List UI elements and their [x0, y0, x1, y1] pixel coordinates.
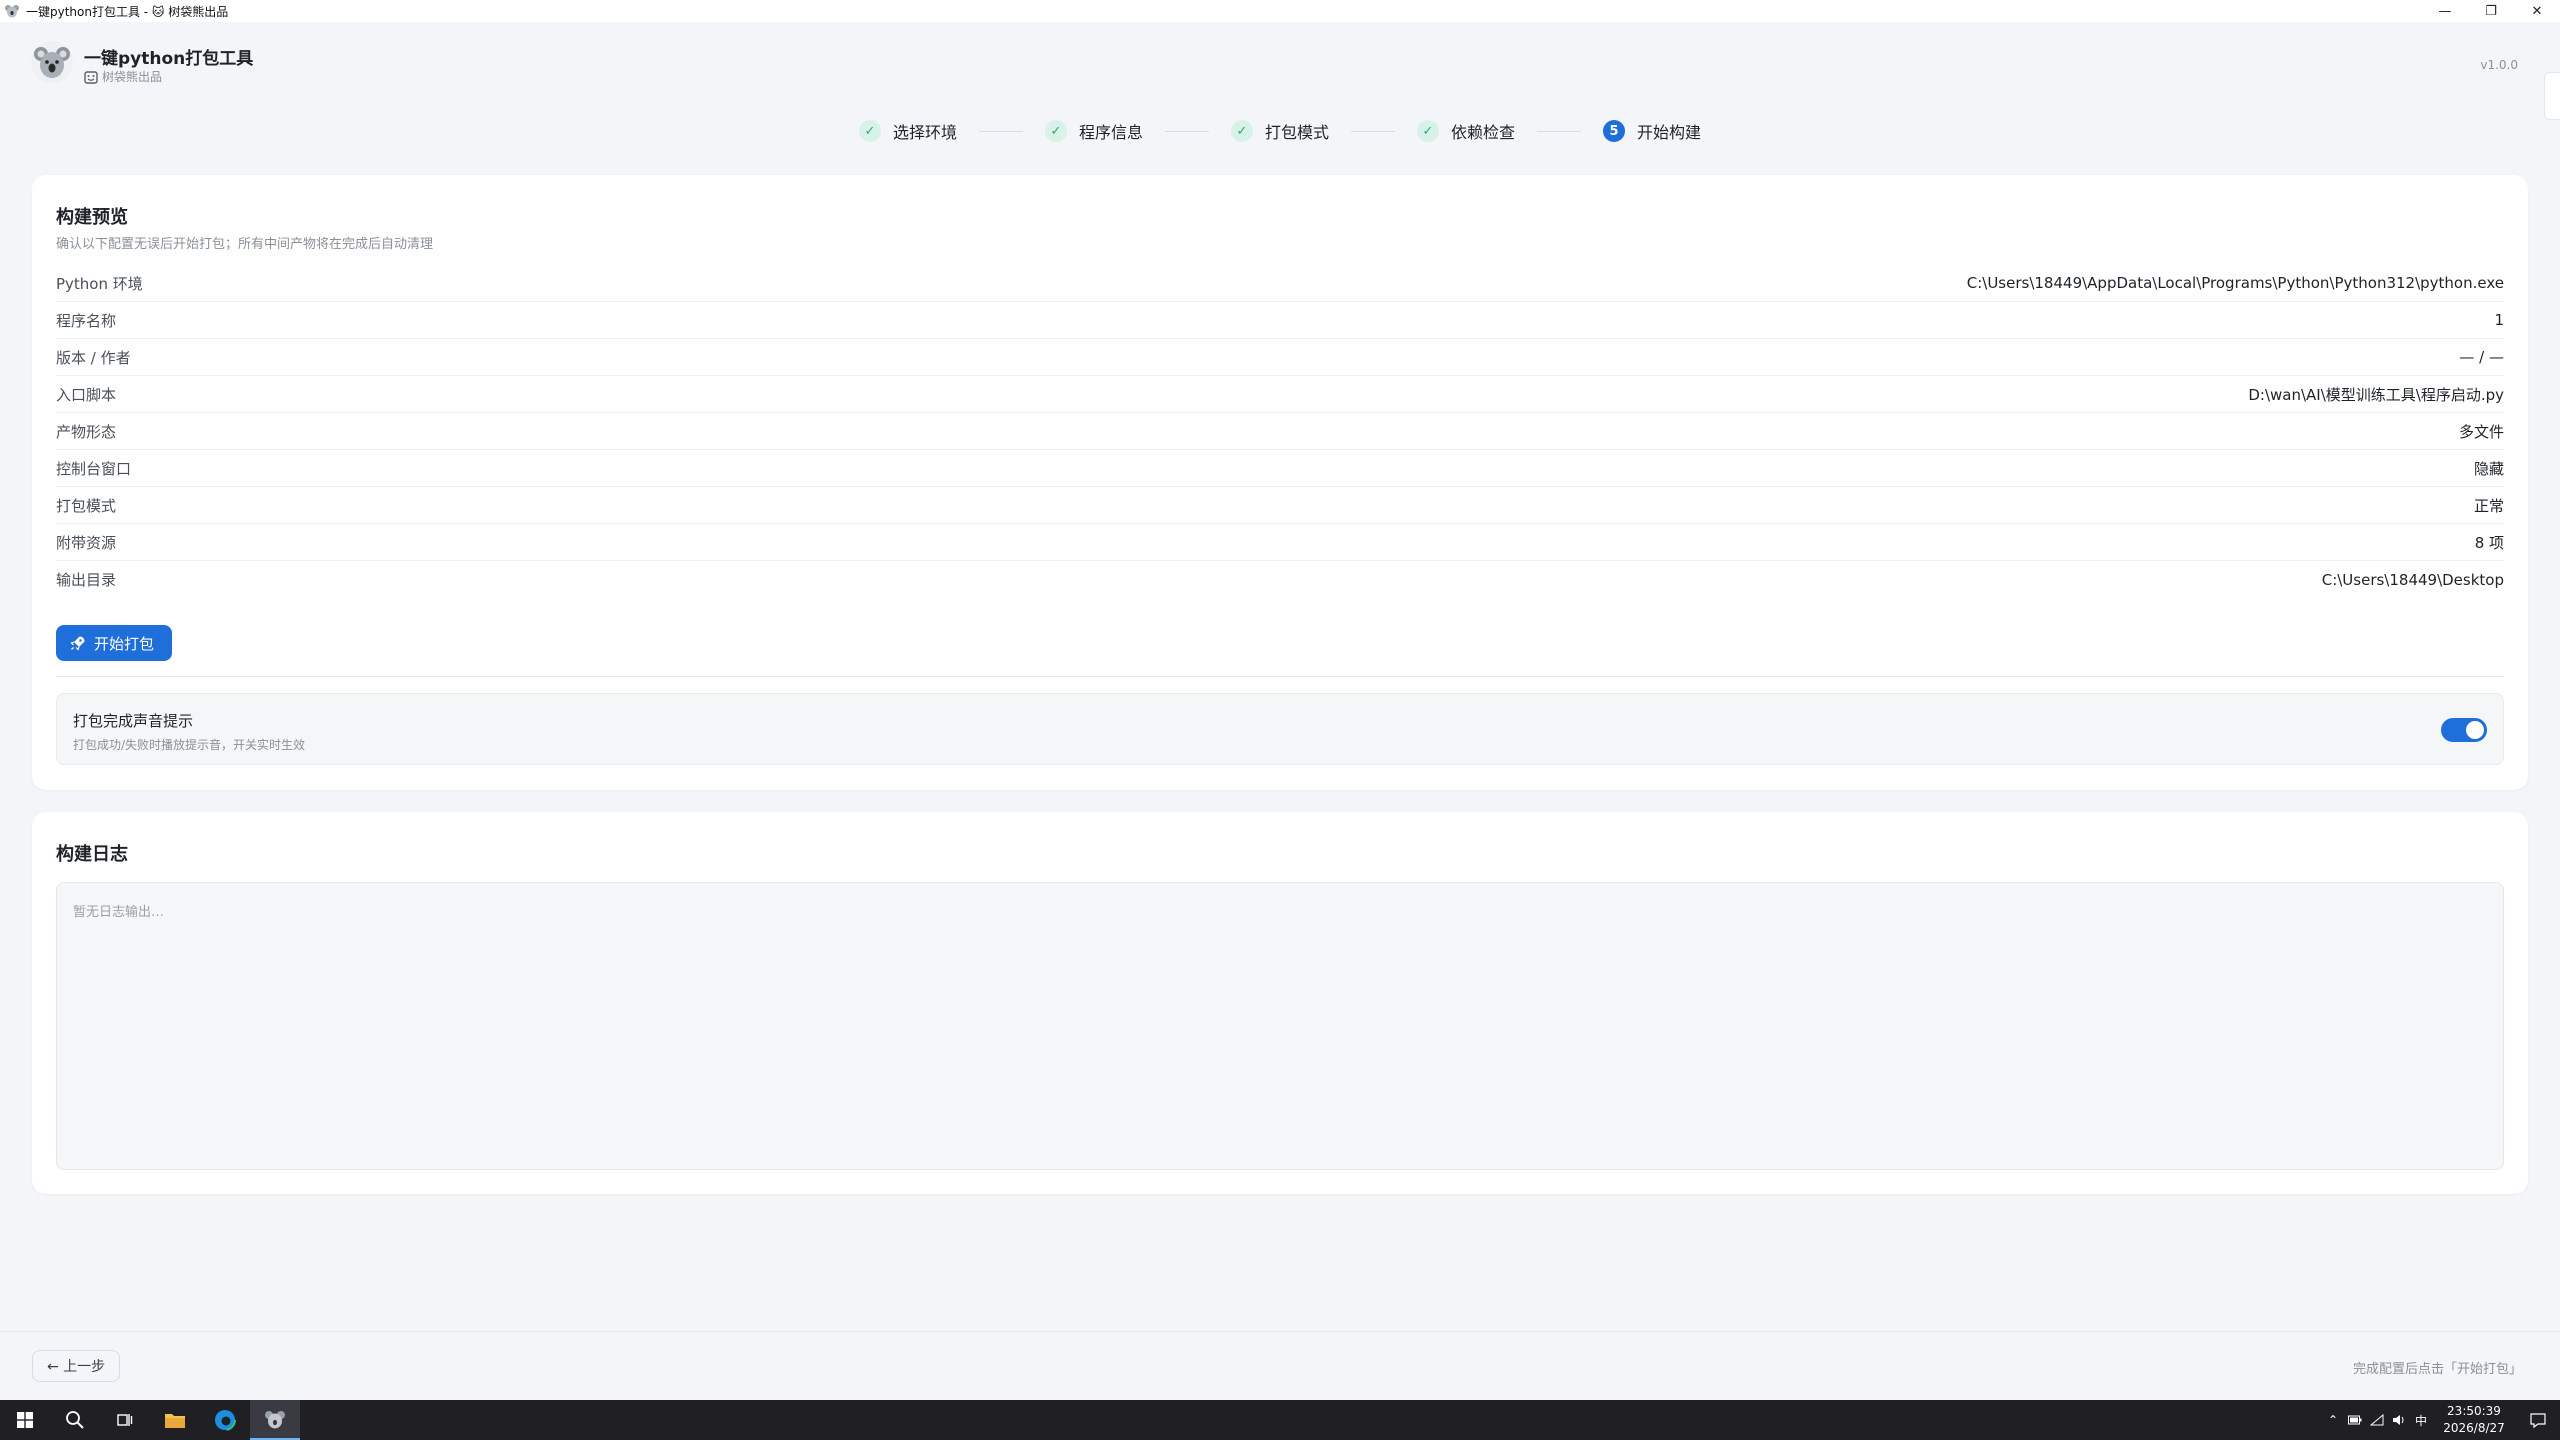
- koala-badge-icon: [84, 70, 98, 84]
- battery-icon[interactable]: [2344, 1400, 2366, 1440]
- step-dependency-check[interactable]: ✓ 依赖检查: [1417, 119, 1515, 143]
- config-summary-list: Python 环境 C:\Users\18449\AppData\Local\Pr…: [56, 265, 2504, 598]
- network-icon[interactable]: [2366, 1400, 2388, 1440]
- summary-value: 多文件: [2458, 422, 2504, 441]
- window-titlebar: 一键python打包工具 - 🐱 树袋熊出品 — ❐ ✕: [0, 0, 2560, 22]
- summary-row: 附带资源 8 项: [56, 524, 2504, 561]
- side-drawer-handle[interactable]: [2544, 72, 2560, 120]
- footer-divider: [0, 1331, 2560, 1332]
- rocket-icon: [70, 636, 85, 651]
- step-connector: [1351, 130, 1395, 132]
- summary-key: 打包模式: [56, 496, 117, 515]
- sound-setting-description: 打包成功/失败时播放提示音，开关实时生效: [73, 738, 306, 752]
- task-view-icon[interactable]: [100, 1400, 150, 1440]
- summary-row: 控制台窗口 隐藏: [56, 450, 2504, 487]
- check-icon: ✓: [858, 120, 881, 142]
- summary-key: 程序名称: [56, 311, 117, 330]
- summary-row: 版本 / 作者 — / —: [56, 339, 2504, 376]
- summary-key: 入口脚本: [56, 385, 117, 404]
- input-method-indicator[interactable]: 中: [2410, 1400, 2432, 1440]
- summary-key: 版本 / 作者: [56, 348, 131, 367]
- search-icon[interactable]: [50, 1400, 100, 1440]
- card-title: 构建预览: [56, 207, 128, 228]
- sound-notification-panel: 打包完成声音提示 打包成功/失败时播放提示音，开关实时生效: [56, 693, 2504, 765]
- app-subtitle-text: 树袋熊出品: [102, 70, 163, 84]
- start-build-button[interactable]: 开始打包: [56, 625, 173, 661]
- toggle-knob: [2466, 721, 2484, 739]
- close-button[interactable]: ✕: [2514, 0, 2560, 22]
- step-start-build[interactable]: 5 开始构建: [1603, 119, 1701, 143]
- check-icon: ✓: [1417, 120, 1439, 142]
- step-connector: [978, 130, 1023, 132]
- footer-hint: 完成配置后点击「开始打包」: [2352, 1362, 2522, 1377]
- system-tray: ⌃ 中 23:50:39 2026/8/27: [2322, 1400, 2560, 1440]
- summary-value: 隐藏: [2473, 459, 2504, 478]
- system-clock[interactable]: 23:50:39 2026/8/27: [2438, 1403, 2510, 1437]
- summary-value: 8 项: [2474, 533, 2504, 552]
- summary-value: 正常: [2473, 496, 2504, 515]
- summary-key: 附带资源: [56, 533, 117, 552]
- step-label: 开始构建: [1637, 123, 1702, 142]
- sound-toggle-switch[interactable]: [2441, 718, 2487, 742]
- build-preview-card: 构建预览 确认以下配置无误后开始打包；所有中间产物将在完成后自动清理 Pytho…: [32, 175, 2528, 790]
- windows-start-icon[interactable]: [0, 1400, 50, 1440]
- summary-key: Python 环境: [56, 274, 143, 293]
- step-connector: [1537, 130, 1582, 132]
- summary-row: 程序名称 1: [56, 302, 2504, 339]
- app-header: 一键python打包工具 树袋熊出品 v1.0.0: [0, 22, 2560, 94]
- minimize-button[interactable]: —: [2422, 0, 2468, 22]
- check-icon: ✓: [1230, 120, 1253, 142]
- summary-value: C:\Users\18449\AppData\Local\Programs\Py…: [1966, 274, 2504, 292]
- step-number-badge: 5: [1603, 120, 1626, 142]
- version-label: v1.0.0: [2480, 58, 2518, 72]
- summary-value: C:\Users\18449\Desktop: [2321, 570, 2504, 589]
- card-title: 构建日志: [56, 844, 128, 865]
- log-placeholder: 暂无日志输出…: [73, 905, 165, 920]
- summary-value: 1: [2494, 311, 2504, 329]
- step-pack-mode[interactable]: ✓ 打包模式: [1230, 119, 1329, 143]
- step-label: 程序信息: [1078, 123, 1143, 142]
- volume-icon[interactable]: [2388, 1400, 2410, 1440]
- build-log-output[interactable]: 暂无日志输出…: [56, 882, 2504, 1170]
- chevron-up-icon[interactable]: ⌃: [2322, 1400, 2344, 1440]
- summary-row: Python 环境 C:\Users\18449\AppData\Local\Pr…: [56, 265, 2504, 302]
- step-select-env[interactable]: ✓ 选择环境: [858, 119, 957, 143]
- step-label: 依赖检查: [1451, 123, 1516, 142]
- card-description: 确认以下配置无误后开始打包；所有中间产物将在完成后自动清理: [56, 237, 434, 252]
- previous-step-button[interactable]: ← 上一步: [32, 1350, 121, 1382]
- check-icon: ✓: [1044, 120, 1067, 142]
- summary-key: 输出目录: [56, 571, 117, 589]
- step-connector: [1164, 130, 1209, 132]
- os-taskbar: ⌃ 中 23:50:39 2026/8/27: [0, 1400, 2560, 1440]
- step-label: 打包模式: [1264, 123, 1329, 142]
- edge-browser-icon[interactable]: [200, 1400, 250, 1440]
- summary-row: 输出目录 C:\Users\18449\Desktop: [56, 561, 2504, 598]
- koala-app-taskbar-icon[interactable]: [250, 1400, 300, 1440]
- start-build-label: 开始打包: [94, 634, 155, 653]
- summary-key: 控制台窗口: [56, 459, 132, 478]
- summary-value: D:\wan\AI\模型训练工具\程序启动.py: [2248, 385, 2504, 404]
- sound-setting-title: 打包完成声音提示: [73, 712, 194, 730]
- step-indicator: ✓ 选择环境 ✓ 程序信息 ✓ 打包模式 ✓ 依赖检查 5 开始构建: [0, 116, 2560, 146]
- koala-app-icon: [5, 5, 19, 18]
- koala-logo-icon: [31, 41, 73, 83]
- notification-center-icon[interactable]: [2516, 1400, 2560, 1440]
- step-program-info[interactable]: ✓ 程序信息: [1044, 119, 1143, 143]
- step-label: 选择环境: [892, 123, 957, 142]
- maximize-button[interactable]: ❐: [2468, 0, 2514, 22]
- file-explorer-icon[interactable]: [150, 1400, 200, 1440]
- window-title: 一键python打包工具 - 🐱 树袋熊出品: [26, 4, 229, 19]
- build-log-card: 构建日志 暂无日志输出…: [32, 812, 2528, 1194]
- clock-time: 23:50:39: [2447, 1404, 2501, 1418]
- app-title: 一键python打包工具: [84, 49, 254, 69]
- app-subtitle: 树袋熊出品: [84, 68, 162, 85]
- clock-date: 2026/8/27: [2443, 1421, 2505, 1435]
- summary-row: 入口脚本 D:\wan\AI\模型训练工具\程序启动.py: [56, 376, 2504, 413]
- summary-row: 打包模式 正常: [56, 487, 2504, 524]
- summary-value: — / —: [2459, 348, 2504, 366]
- divider: [56, 676, 2504, 677]
- summary-row: 产物形态 多文件: [56, 413, 2504, 450]
- summary-key: 产物形态: [56, 422, 117, 441]
